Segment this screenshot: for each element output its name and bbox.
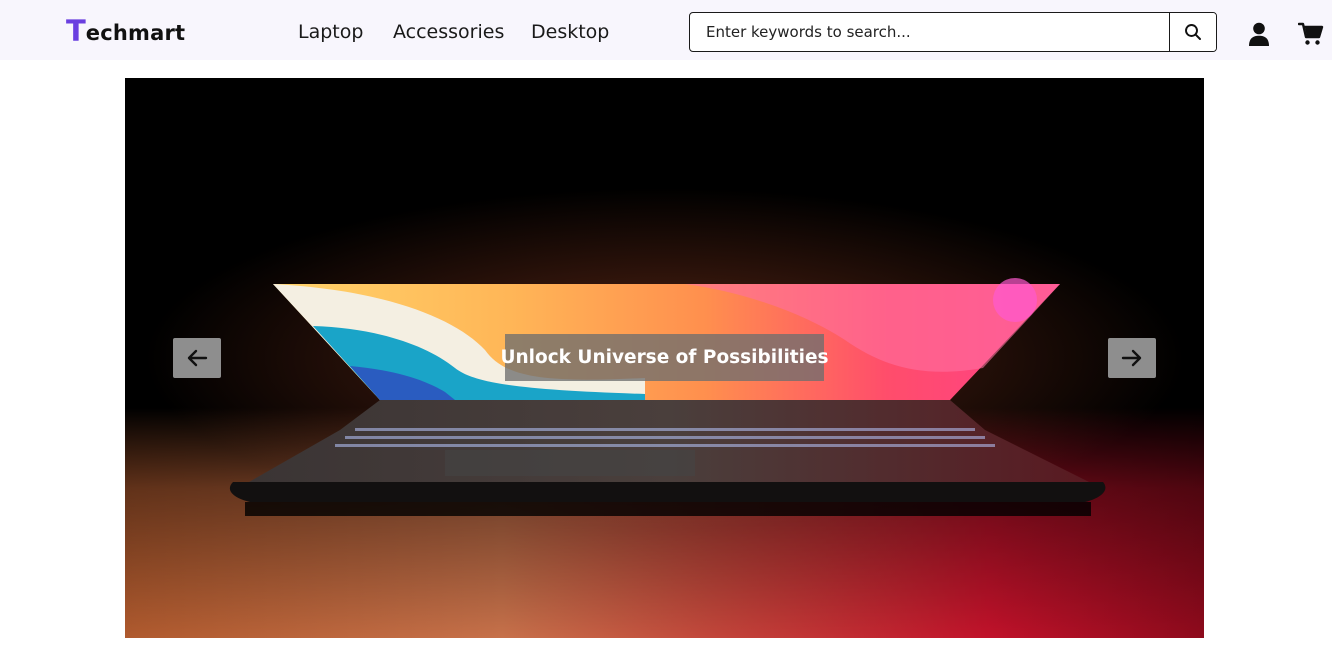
search-bar bbox=[689, 12, 1217, 52]
hero-caption: Unlock Universe of Possibilities bbox=[500, 334, 829, 381]
arrow-right-icon bbox=[1121, 349, 1142, 367]
nav-link-desktop[interactable]: Desktop bbox=[531, 20, 609, 44]
search-input[interactable] bbox=[690, 13, 1169, 51]
arrow-left-icon bbox=[187, 349, 208, 367]
nav-link-accessories[interactable]: Accessories bbox=[393, 20, 504, 44]
search-icon bbox=[1185, 24, 1201, 40]
nav-link-laptop[interactable]: Laptop bbox=[298, 20, 363, 44]
search-button[interactable] bbox=[1169, 13, 1216, 51]
navbar: T echmart Laptop Accessories Desktop bbox=[0, 0, 1332, 60]
carousel-prev-button[interactable] bbox=[173, 338, 221, 378]
brand-logo[interactable]: T echmart bbox=[66, 14, 185, 46]
account-button[interactable] bbox=[1246, 20, 1272, 48]
logo-first-letter: T bbox=[66, 14, 86, 48]
user-icon bbox=[1249, 22, 1269, 46]
cart-icon bbox=[1298, 22, 1324, 45]
carousel-next-button[interactable] bbox=[1108, 338, 1156, 378]
cart-button[interactable] bbox=[1298, 20, 1324, 48]
logo-text: echmart bbox=[85, 21, 186, 45]
hero-carousel: Unlock Universe of Possibilities bbox=[125, 78, 1204, 638]
